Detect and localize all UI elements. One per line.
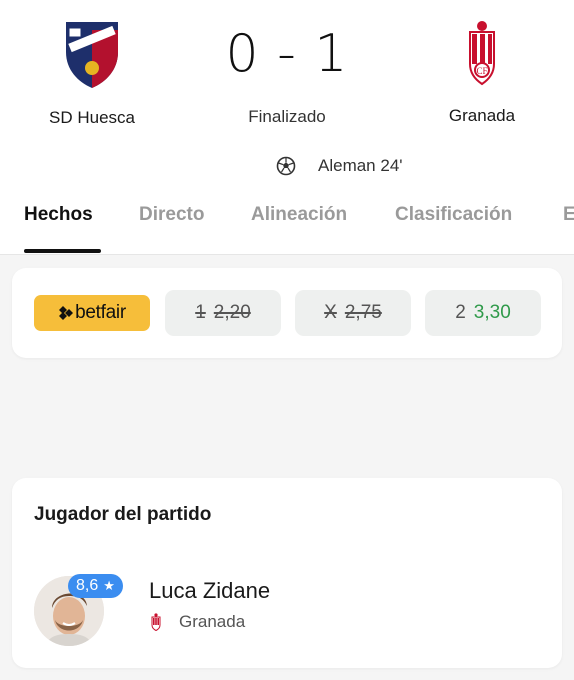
odd-value: 2,75 — [344, 302, 382, 323]
granada-crest-icon: CF — [469, 21, 495, 86]
away-team-name: Granada — [448, 106, 516, 125]
player-name: Luca Zidane — [149, 578, 271, 603]
granada-crest-icon — [151, 613, 161, 631]
tab-overflow[interactable]: E — [563, 204, 574, 226]
odd-value: 2,20 — [213, 302, 251, 323]
odd-label: 2 — [455, 302, 466, 323]
card-title: Jugador del partido — [34, 504, 212, 525]
tab-bar: Hechos Directo Alineación Clasificación … — [0, 196, 574, 254]
goal-scorer: Aleman 24' — [318, 156, 403, 175]
rating-value: 8,6 — [76, 577, 99, 594]
odd-label: 1 — [195, 302, 206, 323]
player-team: Granada — [149, 612, 245, 632]
bookmaker-name: betfair — [75, 302, 126, 323]
sd-huesca-crest-icon — [66, 22, 118, 88]
betfair-diamond-icon — [59, 306, 74, 320]
odds-card: betfair 1 2,20 X 2,75 2 3,30 — [12, 268, 562, 358]
home-team-name: SD Huesca — [49, 108, 135, 127]
odd-value: 3,30 — [473, 302, 511, 323]
active-tab-indicator — [24, 249, 101, 253]
tab-directo[interactable]: Directo — [139, 204, 204, 226]
svg-text:CF: CF — [476, 66, 487, 76]
away-team[interactable]: CF Granada — [392, 18, 572, 125]
player-of-match-card[interactable]: Jugador del partido 8,6 ★ Luca Zidane Gr… — [12, 478, 562, 668]
match-status: Finalizado — [248, 107, 326, 126]
betfair-logo[interactable]: betfair — [34, 295, 150, 331]
divider — [0, 254, 574, 255]
odd-away-button[interactable]: 2 3,30 — [425, 290, 541, 336]
star-icon: ★ — [103, 578, 115, 593]
home-team[interactable]: SD Huesca — [2, 18, 182, 127]
goal-event: Aleman 24' — [276, 154, 403, 178]
player-rating-badge: 8,6 ★ — [68, 574, 123, 598]
odd-label: X — [324, 302, 337, 323]
soccer-ball-icon — [276, 156, 296, 176]
odd-draw-button[interactable]: X 2,75 — [295, 290, 411, 336]
match-header: SD Huesca 0 - 1 Finalizado CF Granada Al… — [0, 0, 574, 255]
match-score: 0 - 1 — [225, 24, 349, 84]
player-team-name: Granada — [179, 612, 246, 631]
tab-clasificacion[interactable]: Clasificación — [395, 204, 512, 226]
tab-alineacion[interactable]: Alineación — [251, 204, 347, 226]
odd-home-button[interactable]: 1 2,20 — [165, 290, 281, 336]
tab-hechos[interactable]: Hechos — [24, 204, 93, 226]
